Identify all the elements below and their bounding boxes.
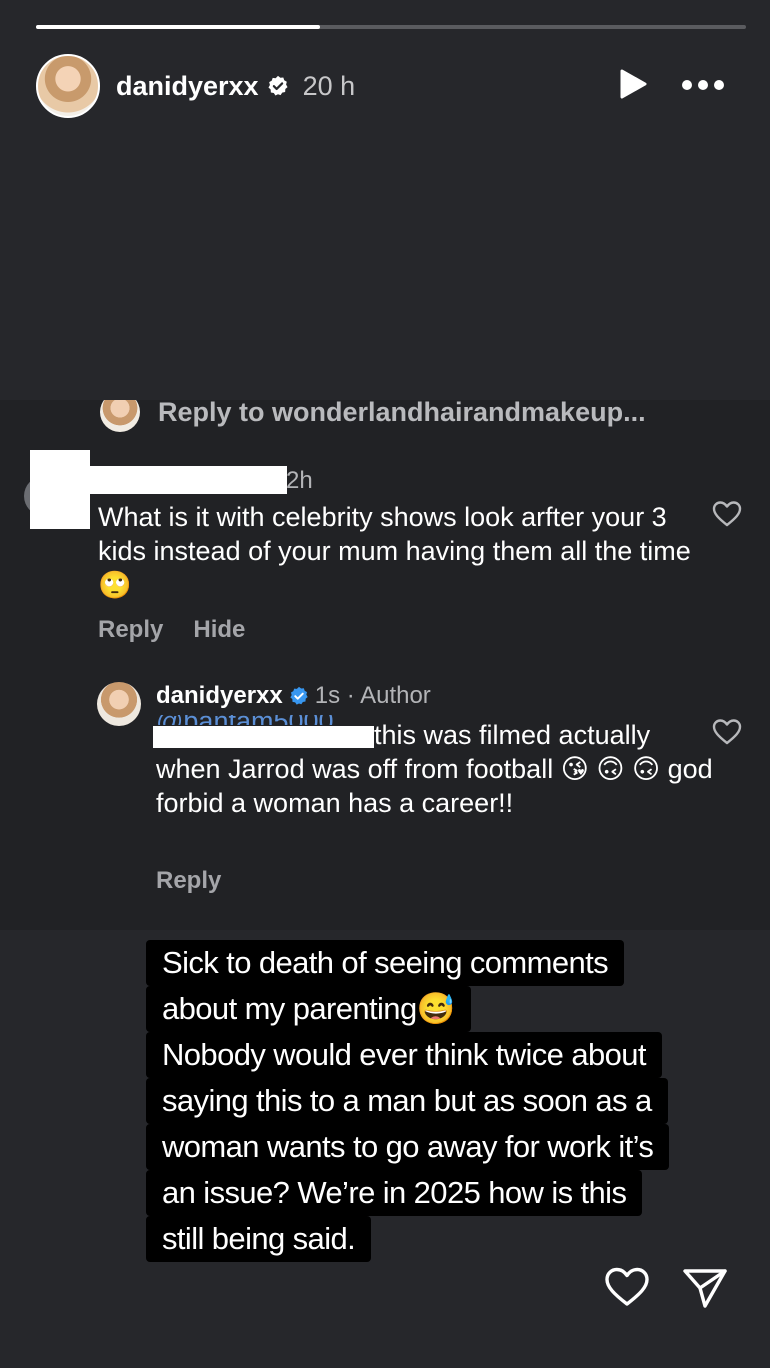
- caption-line: saying this to a man but as soon as a: [146, 1078, 668, 1124]
- caption-line: still being said.: [146, 1216, 372, 1262]
- redaction-block: [89, 466, 287, 494]
- heart-icon: [712, 719, 742, 745]
- reply-meta: 1s · Author: [314, 682, 431, 709]
- story-progress-fill: [36, 25, 320, 29]
- send-icon[interactable]: [682, 1266, 728, 1310]
- comment-time: 2h: [286, 467, 313, 494]
- post-time: 20 h: [302, 70, 356, 101]
- story-progress-bar: [36, 25, 746, 29]
- caption-line: an issue? We’re in 2025 how is this: [146, 1170, 643, 1216]
- comment-actions: Reply Hide: [98, 616, 245, 644]
- reply-username: danidyerxx: [156, 682, 283, 709]
- reply-header: danidyerxx 1s · Author: [156, 682, 431, 710]
- caption-line: woman wants to go away for work it’s: [146, 1124, 670, 1170]
- caption-line: Sick to death of seeing comments: [146, 940, 625, 986]
- story-header: danidyerxx 20 h: [36, 54, 736, 118]
- redaction-block: [30, 450, 90, 529]
- reply-to-text: Reply to wonderlandhairandmakeup...: [158, 400, 646, 427]
- reply-text: this was filmed actually when Jarrod was…: [156, 720, 713, 818]
- comment-text: What is it with celebrity shows look arf…: [98, 502, 691, 600]
- caption-line: Nobody would ever think twice about: [146, 1032, 662, 1078]
- caption-line: about my parenting😅: [146, 986, 471, 1032]
- more-icon[interactable]: [682, 80, 724, 90]
- verified-badge-icon: [268, 75, 288, 96]
- avatar: [100, 400, 140, 432]
- story-viewer: danidyerxx 20 h Reply to wonderlandhaira…: [0, 0, 770, 1368]
- story-caption: Sick to death of seeing comments about m…: [146, 940, 670, 1262]
- reply-button: Reply: [98, 616, 164, 643]
- reply-button: Reply: [156, 867, 222, 894]
- heart-icon[interactable]: [604, 1266, 650, 1308]
- play-icon[interactable]: [618, 68, 648, 100]
- avatar[interactable]: [36, 54, 100, 118]
- verified-badge-icon: [290, 686, 308, 705]
- username[interactable]: danidyerxx: [116, 71, 259, 102]
- heart-icon: [712, 501, 742, 527]
- comment-screenshot: Reply to wonderlandhairandmakeup... 2h W…: [0, 400, 770, 930]
- avatar: [97, 682, 141, 726]
- reply-to-bar: Reply to wonderlandhairandmakeup...: [100, 400, 646, 434]
- hide-button: Hide: [193, 616, 246, 643]
